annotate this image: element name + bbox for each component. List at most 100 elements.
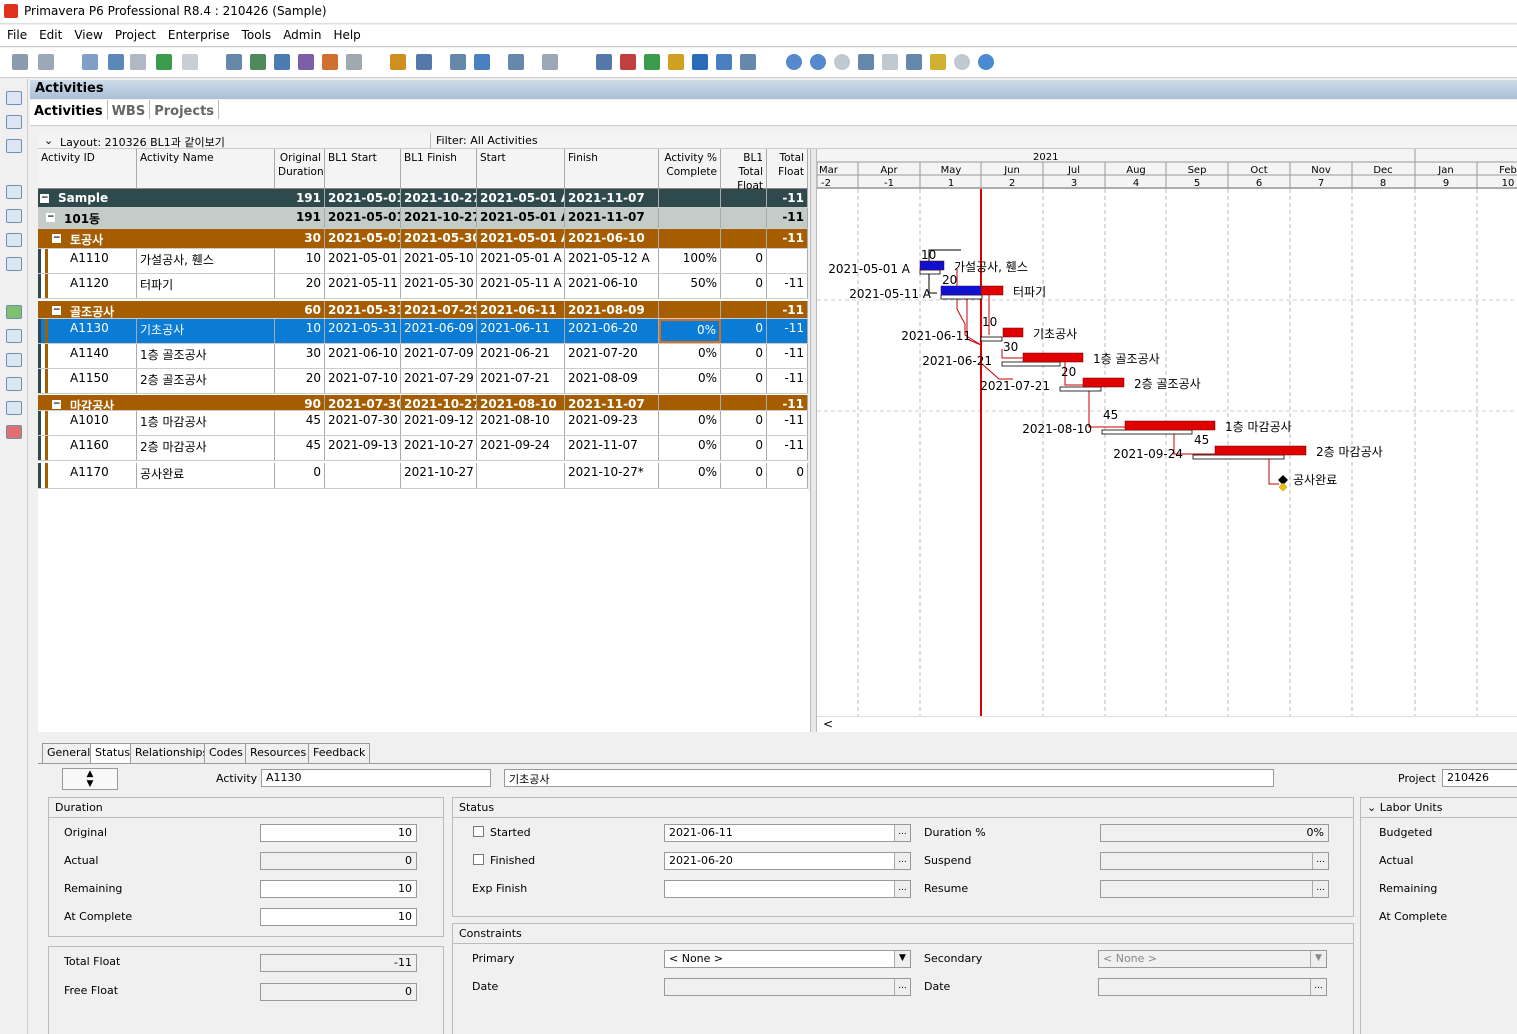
- primary-date-field[interactable]: ...: [664, 978, 911, 996]
- table-cell[interactable]: − 마감공사: [38, 395, 275, 410]
- ellipsis-icon[interactable]: ...: [894, 881, 910, 897]
- free-float-field[interactable]: 0: [260, 983, 417, 1001]
- table-cell[interactable]: 30: [275, 229, 325, 248]
- splitter[interactable]: [810, 149, 817, 732]
- activity-row[interactable]: A1140 1층 골조공사 30 2021-06-10 2021-07-09 2021-0…: [38, 344, 808, 369]
- table-cell[interactable]: 2021-05-01: [325, 249, 401, 273]
- table-cell[interactable]: 2021-06-21: [477, 344, 565, 368]
- table-icon[interactable]: [82, 54, 98, 70]
- tab-activities[interactable]: Activities: [30, 100, 108, 119]
- wbs-group-row[interactable]: − Sample 191 2021-05-01 2021-10-27 2021-05-01…: [38, 189, 808, 208]
- table-cell[interactable]: -11: [767, 395, 808, 410]
- table-cell[interactable]: -11: [767, 274, 808, 298]
- timescale-icon[interactable]: [450, 54, 466, 70]
- menu-project[interactable]: Project: [108, 25, 161, 42]
- tab-wbs[interactable]: WBS: [108, 100, 151, 119]
- calendar-icon[interactable]: [6, 401, 22, 415]
- options-icon[interactable]: [954, 54, 970, 70]
- table-cell[interactable]: 2021-06-10: [325, 344, 401, 368]
- gantt-chart[interactable]: 2021 Mar -2 Apr -1 May 1 Jun 2 Jul 3 Aug 4 Sep 5 Oct 6 No…: [817, 149, 1517, 716]
- table-cell[interactable]: 2021-09-24: [477, 436, 565, 460]
- menu-view[interactable]: View: [67, 25, 107, 42]
- table-cell[interactable]: 0: [721, 369, 767, 393]
- table-cell[interactable]: [477, 463, 565, 488]
- chevron-down-icon[interactable]: ▼: [894, 951, 910, 967]
- usage-icon[interactable]: [322, 54, 338, 70]
- table-cell[interactable]: 0: [721, 274, 767, 298]
- table-cell[interactable]: 191: [275, 189, 325, 207]
- table-cell[interactable]: 2021-10-27: [401, 436, 477, 460]
- table-cell[interactable]: [659, 301, 721, 318]
- activity-row[interactable]: A1150 2층 골조공사 20 2021-07-10 2021-07-29 2021-0…: [38, 369, 808, 394]
- table-cell[interactable]: 2021-08-09: [565, 301, 659, 318]
- activity-id-field[interactable]: A1130: [261, 769, 491, 787]
- table-cell[interactable]: 2021-06-11: [477, 319, 565, 343]
- table-cell[interactable]: 2021-11-07: [565, 208, 659, 228]
- expand-icon[interactable]: [858, 54, 874, 70]
- suspend-field[interactable]: ...: [1100, 852, 1329, 870]
- baseline-icon[interactable]: [740, 54, 756, 70]
- table-cell[interactable]: -11: [767, 369, 808, 393]
- table-cell[interactable]: 2021-06-11: [477, 301, 565, 318]
- tab-codes[interactable]: Codes: [204, 743, 248, 763]
- tab-projects[interactable]: Projects: [150, 100, 220, 119]
- table-cell[interactable]: 2021-11-07: [565, 395, 659, 410]
- tab-general[interactable]: General: [42, 743, 96, 763]
- table-cell[interactable]: 0%: [659, 319, 721, 343]
- table-cell[interactable]: 0: [721, 411, 767, 435]
- collapse-icon[interactable]: −: [52, 400, 61, 409]
- table-cell[interactable]: 2021-05-30: [401, 274, 477, 298]
- table-cell[interactable]: 2021-07-20: [565, 344, 659, 368]
- table-cell[interactable]: −101동: [38, 208, 275, 228]
- table-cell[interactable]: A1140: [38, 344, 137, 368]
- apply-actuals-icon[interactable]: [668, 54, 684, 70]
- table-cell[interactable]: 2021-05-01: [325, 208, 401, 228]
- table-cell[interactable]: 2021-05-11 A: [477, 274, 565, 298]
- table-cell[interactable]: 2021-05-01 A: [477, 229, 565, 248]
- zoom-fit-icon[interactable]: [834, 54, 850, 70]
- table-cell[interactable]: [659, 229, 721, 248]
- col-activity-pct-complete[interactable]: Activity % Complete: [659, 149, 721, 189]
- col-start[interactable]: Start: [477, 149, 565, 189]
- table-cell[interactable]: 10: [275, 249, 325, 273]
- activity-row[interactable]: A1170 공사완료 0 2021-10-27 2021-10-27* 0% 0 0: [38, 463, 808, 489]
- table-cell[interactable]: 2021-09-12: [401, 411, 477, 435]
- col-bl1-start[interactable]: BL1 Start: [325, 149, 401, 189]
- table-cell[interactable]: 2021-07-21: [477, 369, 565, 393]
- duration-pct-field[interactable]: 0%: [1100, 824, 1329, 842]
- trace-logic-icon[interactable]: [156, 54, 172, 70]
- profile-icon[interactable]: [298, 54, 314, 70]
- col-bl1-finish[interactable]: BL1 Finish: [401, 149, 477, 189]
- zoom-out-icon[interactable]: [810, 54, 826, 70]
- table-cell[interactable]: A1170: [38, 463, 137, 488]
- table-cell[interactable]: 2021-10-27: [401, 208, 477, 228]
- col-bl1-total-float[interactable]: BL1 Total Float: [721, 149, 767, 192]
- activity-row[interactable]: A1120 터파기 20 2021-05-11 2021-05-30 2021-05-11…: [38, 274, 808, 299]
- table-cell[interactable]: 2021-05-01: [325, 189, 401, 207]
- table-cell[interactable]: 2021-06-10: [565, 229, 659, 248]
- original-duration-field[interactable]: 10: [260, 824, 417, 842]
- gantt-scrollbar[interactable]: <: [817, 716, 1517, 732]
- table-cell[interactable]: -11: [767, 301, 808, 318]
- navigate-arrows[interactable]: ▲ ▼: [62, 768, 118, 790]
- table-cell[interactable]: 0%: [659, 344, 721, 368]
- table-cell[interactable]: 2021-09-23: [565, 411, 659, 435]
- table-cell[interactable]: 2021-11-07: [565, 436, 659, 460]
- table-cell[interactable]: 2층 마감공사: [137, 436, 275, 460]
- table-cell[interactable]: 0: [275, 463, 325, 488]
- ellipsis-icon[interactable]: ...: [1310, 979, 1326, 995]
- table-cell[interactable]: 30: [275, 344, 325, 368]
- started-checkbox[interactable]: [473, 826, 484, 837]
- number-icon[interactable]: [542, 54, 558, 70]
- menu-file[interactable]: File: [0, 25, 32, 42]
- split-icon[interactable]: [906, 54, 922, 70]
- menu-help[interactable]: Help: [326, 25, 365, 42]
- col-activity-id[interactable]: Activity ID: [38, 149, 137, 189]
- table-cell[interactable]: -11: [767, 208, 808, 228]
- zoom-in-icon[interactable]: [786, 54, 802, 70]
- table-cell[interactable]: [659, 208, 721, 228]
- table-cell[interactable]: 50%: [659, 274, 721, 298]
- reports-icon[interactable]: [596, 54, 612, 70]
- activity-row[interactable]: A1110 가설공사, 휀스 10 2021-05-01 2021-05-10 2021-…: [38, 249, 808, 274]
- table-cell[interactable]: 0: [721, 436, 767, 460]
